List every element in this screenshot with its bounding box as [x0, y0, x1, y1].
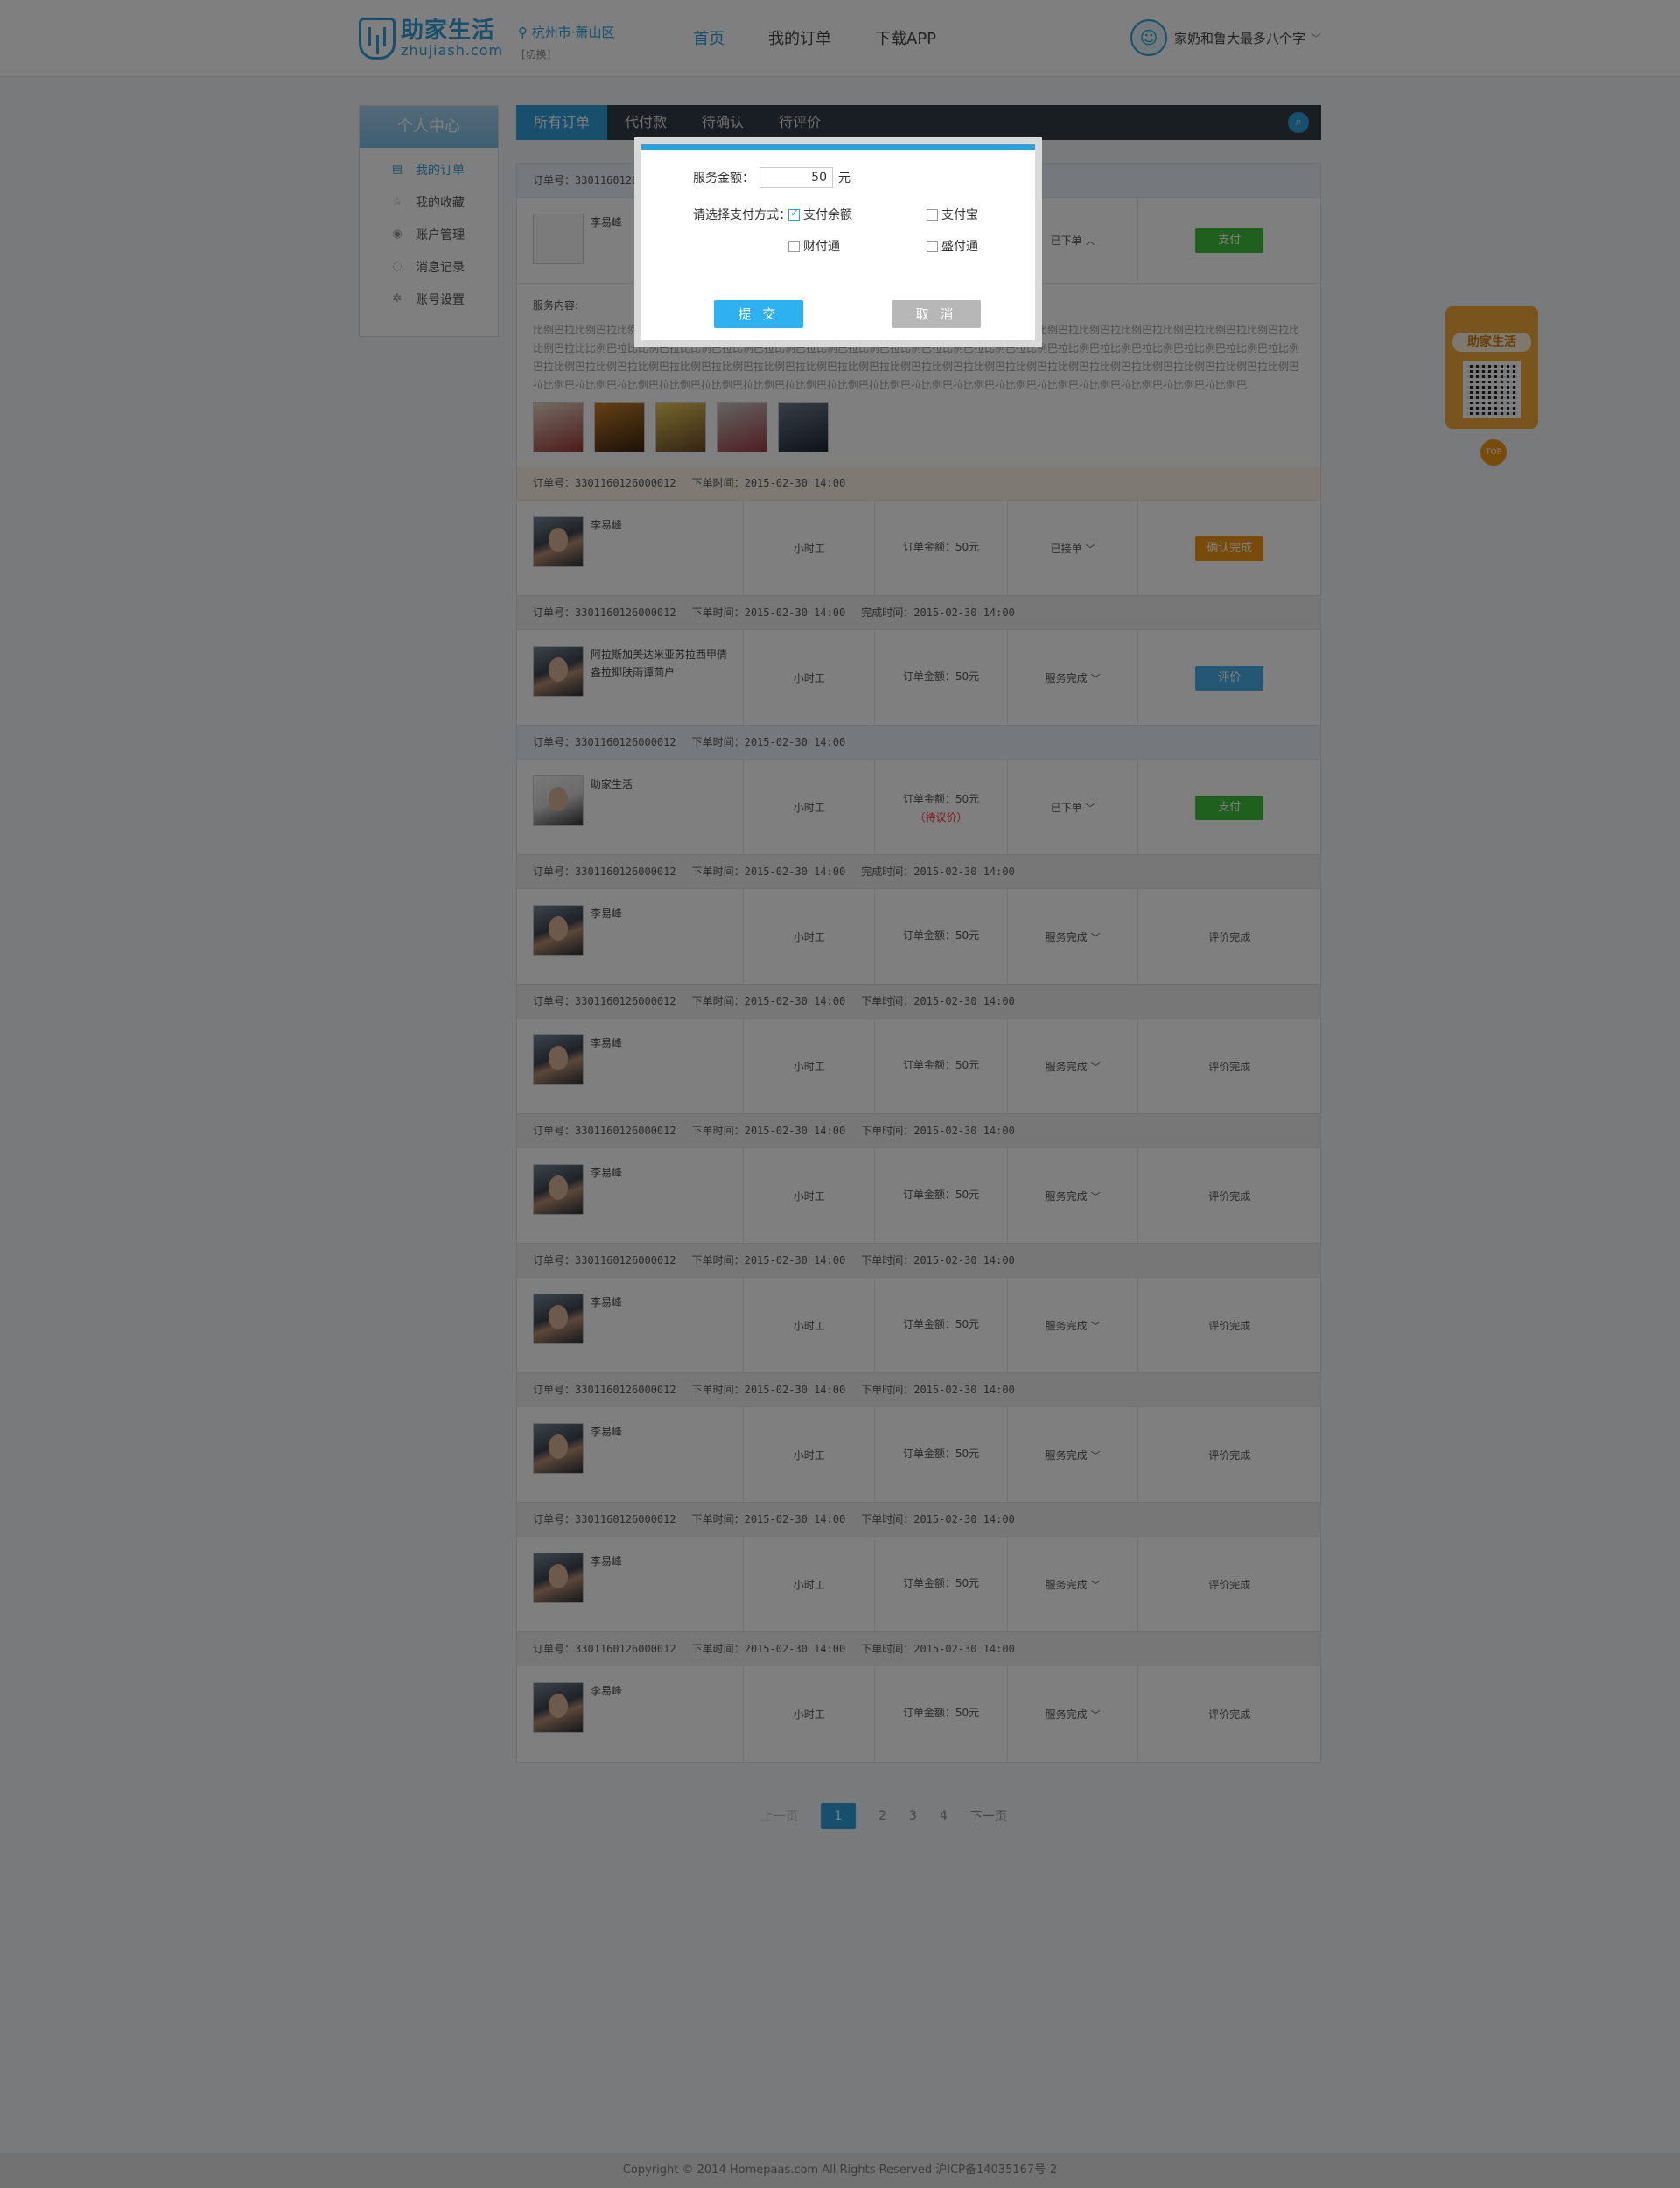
- cancel-button[interactable]: 取 消: [892, 300, 981, 328]
- amount-unit: 元: [838, 172, 850, 186]
- checkbox-checked[interactable]: [788, 207, 800, 221]
- amount-input[interactable]: 50: [760, 167, 833, 188]
- option-label: 支付宝: [942, 208, 978, 222]
- option-label: 盛付通: [942, 240, 978, 254]
- option-label: 财付通: [803, 240, 840, 254]
- option-shengpay[interactable]: 盛付通: [927, 237, 978, 255]
- checkbox[interactable]: [927, 208, 938, 221]
- submit-button[interactable]: 提 交: [714, 300, 803, 328]
- option-alipay[interactable]: 支付宝: [927, 206, 978, 223]
- checkbox[interactable]: [788, 240, 800, 252]
- amount-label: 服务金额：: [693, 172, 754, 186]
- option-balance[interactable]: 支付余额: [788, 206, 852, 223]
- payment-modal: 服务金额： 50 元 请选择支付方式： 支付余额 支付宝 财付通 盛付通 提 交…: [634, 137, 1042, 347]
- option-label: 支付余额: [803, 208, 852, 222]
- checkbox[interactable]: [927, 240, 938, 252]
- option-tenpay[interactable]: 财付通: [788, 237, 840, 255]
- payment-method-label: 请选择支付方式：: [693, 208, 791, 222]
